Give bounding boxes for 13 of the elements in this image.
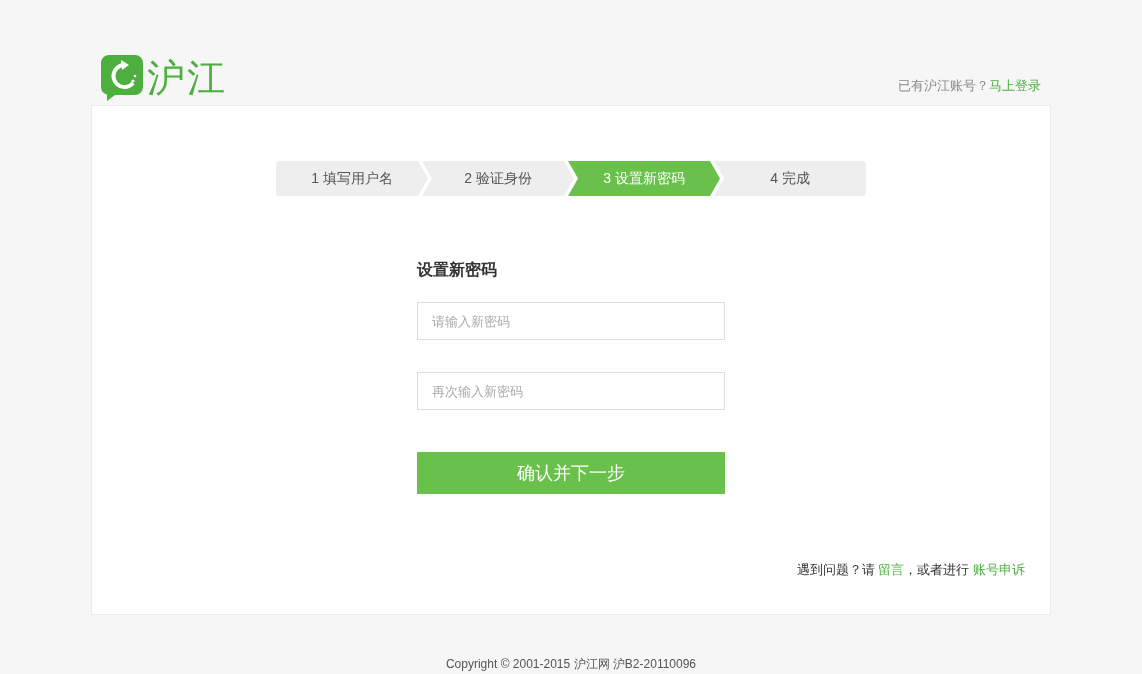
help-text: 遇到问题？请 留言，或者进行 账号申诉 bbox=[796, 561, 1025, 579]
message-link[interactable]: 留言 bbox=[878, 562, 905, 577]
login-prompt: 已有沪江账号？马上登录 bbox=[898, 76, 1041, 95]
form-title: 设置新密码 bbox=[417, 260, 498, 280]
password-field[interactable]: 再次输入新密码 bbox=[417, 372, 725, 410]
logo-text: 沪江 bbox=[147, 59, 227, 97]
copyright-text: Copyright © 2001-2015 沪江网 沪B2-20110096 bbox=[445, 656, 697, 673]
password-field[interactable]: 请输入新密码 bbox=[417, 302, 725, 340]
appeal-link[interactable]: 账号申诉 bbox=[973, 562, 1025, 577]
refresh-arrow-logo-icon bbox=[101, 55, 143, 101]
login-link[interactable]: 马上登录 bbox=[989, 77, 1041, 93]
logo[interactable]: 沪江 bbox=[101, 55, 227, 101]
confirm-next-button[interactable]: 确认并下一步 bbox=[417, 452, 725, 494]
